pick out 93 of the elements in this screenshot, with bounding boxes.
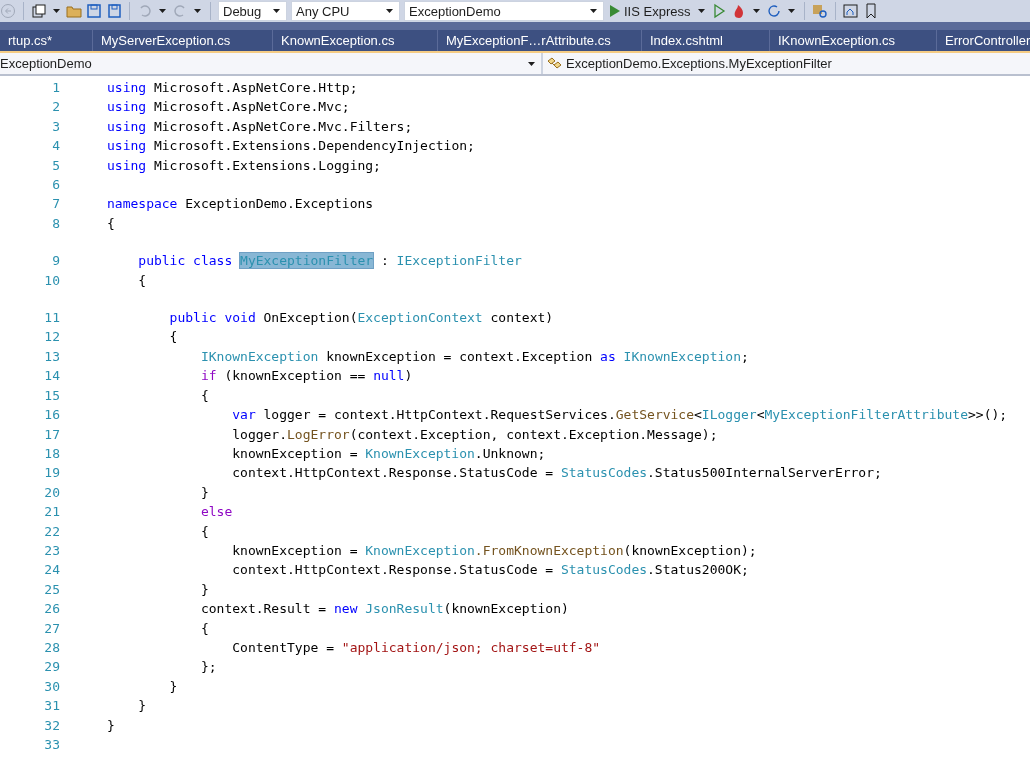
file-tab[interactable]: MyServerException.cs xyxy=(93,30,272,51)
code-line: public void OnException(ExceptionContext context) xyxy=(168,309,554,328)
line-number: 22 xyxy=(43,522,60,541)
caret-icon[interactable] xyxy=(159,9,166,13)
line-number: 27 xyxy=(43,619,60,638)
line-number: 11 xyxy=(43,309,60,328)
file-tab[interactable]: MyExceptionF…rAttribute.cs xyxy=(438,30,641,51)
code-line: } xyxy=(137,697,147,716)
play-icon xyxy=(610,5,620,17)
save-all-icon[interactable] xyxy=(106,3,122,19)
code-line: { xyxy=(199,386,209,405)
line-number: 13 xyxy=(43,347,60,366)
project-dropdown[interactable]: ExceptionDemo xyxy=(0,53,542,74)
dropdown-caret-icon[interactable] xyxy=(590,9,597,13)
code-line: } xyxy=(107,716,115,735)
line-number: 17 xyxy=(43,425,60,444)
caret-icon[interactable] xyxy=(53,9,60,13)
line-number: 21 xyxy=(43,503,60,522)
code-line: else xyxy=(199,503,233,522)
line-number: 9 xyxy=(51,252,60,271)
code-line: } xyxy=(199,580,209,599)
line-number: 18 xyxy=(43,444,60,463)
line-number: 16 xyxy=(43,406,60,425)
file-tab[interactable]: Index.cshtml xyxy=(642,30,769,51)
code-line: context.HttpContext.Response.StatusCode = StatusCodes.Status500InternalServerError; xyxy=(231,464,882,483)
line-number: 8 xyxy=(51,214,60,233)
file-tab[interactable]: KnownException.cs xyxy=(273,30,437,51)
line-number: 15 xyxy=(43,386,60,405)
line-number: 5 xyxy=(51,156,60,175)
code-line: ContentType = "application/json; charset=utf-8" xyxy=(231,638,601,657)
platform-dropdown[interactable]: Any CPU xyxy=(291,1,400,21)
code-line: { xyxy=(137,271,147,290)
line-number: 6 xyxy=(51,176,60,195)
line-number: 33 xyxy=(43,736,60,754)
file-tab[interactable]: ErrorController xyxy=(937,30,1030,51)
caret-icon[interactable] xyxy=(698,9,706,13)
member-dropdown[interactable]: ExceptionDemo.Exceptions.MyExceptionFilter xyxy=(542,53,1030,74)
code-line: } xyxy=(199,483,209,502)
line-number: 3 xyxy=(51,117,60,136)
code-line: { xyxy=(199,619,209,638)
code-line: using Microsoft.AspNetCore.Http; xyxy=(107,79,358,97)
dropdown-caret-icon[interactable] xyxy=(386,9,393,13)
code-line: knownException = KnownException.FromKnownException(knownException); xyxy=(231,541,757,560)
line-number: 7 xyxy=(51,195,60,214)
line-number: 28 xyxy=(43,638,60,657)
code-line: logger.LogError(context.Exception, context.Exception.Message); xyxy=(231,425,718,444)
save-icon[interactable] xyxy=(86,3,102,19)
code-line: { xyxy=(168,328,178,347)
line-number: 24 xyxy=(43,561,60,580)
code-line: } xyxy=(168,677,178,696)
refresh-icon[interactable] xyxy=(766,3,783,19)
dropdown-caret-icon[interactable] xyxy=(528,61,535,66)
caret-icon[interactable] xyxy=(788,9,796,13)
line-number: 19 xyxy=(43,464,60,483)
line-number: 20 xyxy=(43,483,60,502)
code-line: }; xyxy=(199,658,217,677)
line-number: 32 xyxy=(43,716,60,735)
code-line: { xyxy=(107,214,115,233)
configuration-dropdown[interactable]: Debug xyxy=(218,1,287,21)
code-line: context.HttpContext.Response.StatusCode = StatusCodes.Status200OK; xyxy=(231,561,749,580)
line-number: 2 xyxy=(51,98,60,117)
line-number: 29 xyxy=(43,658,60,677)
class-icon xyxy=(547,56,563,71)
code-line: using Microsoft.Extensions.Logging; xyxy=(107,156,381,175)
code-line: if (knownException == null) xyxy=(199,367,413,386)
code-line: using Microsoft.AspNetCore.Mvc; xyxy=(107,98,350,117)
line-number: 10 xyxy=(43,271,60,290)
line-number: 1 xyxy=(51,79,60,97)
code-line: using Microsoft.Extensions.DependencyInjection; xyxy=(107,137,475,156)
code-line: public class MyExceptionFilter : IExceptionFilter xyxy=(137,252,522,271)
file-tab[interactable]: rtup.cs* xyxy=(0,30,92,51)
line-number: 30 xyxy=(43,677,60,696)
caret-icon[interactable] xyxy=(194,9,201,13)
caret-icon[interactable] xyxy=(753,9,761,13)
code-line: var logger = context.HttpContext.RequestServices.GetService<ILogger<MyExceptionFilterAttribute>>(); xyxy=(231,406,1008,425)
code-line: context.Result = new JsonResult(knownException) xyxy=(199,600,569,619)
code-line: knownException = KnownException.Unknown; xyxy=(231,444,546,463)
line-number: 25 xyxy=(43,580,60,599)
startup-project-dropdown[interactable]: ExceptionDemo xyxy=(404,1,604,21)
code-line: using Microsoft.AspNetCore.Mvc.Filters; xyxy=(107,117,413,136)
line-number: 4 xyxy=(51,137,60,156)
line-number: 26 xyxy=(43,600,60,619)
code-line: namespace ExceptionDemo.Exceptions xyxy=(107,195,374,214)
line-number: 23 xyxy=(43,541,60,560)
code-line: { xyxy=(199,522,209,541)
line-number: 12 xyxy=(43,328,60,347)
run-button[interactable]: IIS Express xyxy=(608,3,693,19)
line-number: 31 xyxy=(43,697,60,716)
line-number: 14 xyxy=(43,367,60,386)
dropdown-caret-icon[interactable] xyxy=(273,9,280,13)
new-project-icon[interactable] xyxy=(31,3,47,19)
code-line: IKnownException knownException = context.Exception as IKnownException; xyxy=(199,347,749,366)
file-tab[interactable]: IKnownException.cs xyxy=(770,30,936,51)
